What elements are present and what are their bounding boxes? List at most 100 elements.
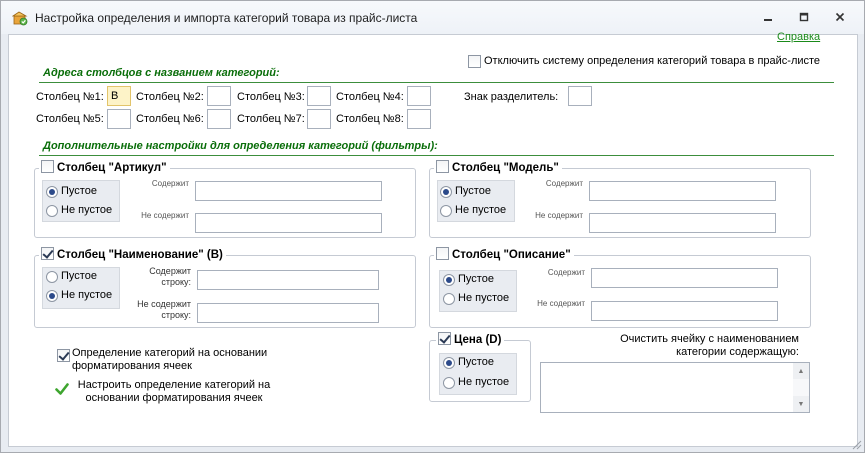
article-not-empty-radio[interactable] [46, 205, 58, 217]
article-contains-input[interactable] [195, 181, 382, 201]
scroll-up-button[interactable]: ▲ [793, 363, 809, 379]
article-contains-label: Содержит [151, 179, 189, 188]
description-contains-label: Содержит [547, 268, 585, 277]
clear-cell-textarea[interactable]: ▲ ▼ [540, 362, 810, 413]
app-icon [12, 11, 28, 26]
article-empty-label: Пустое [61, 185, 97, 197]
name-contains-input[interactable] [197, 270, 379, 290]
column-5-input[interactable] [107, 109, 131, 129]
separator-label: Знак разделитель: [464, 91, 559, 103]
description-contains-input[interactable] [591, 268, 778, 288]
description-not-empty-radio[interactable] [443, 293, 455, 305]
column-1-label: Столбец №1: [36, 91, 104, 103]
column-3-label: Столбец №3: [237, 91, 305, 103]
disable-system-label: Отключить систему определения категорий … [484, 55, 821, 67]
model-filter-checkbox[interactable] [436, 160, 449, 173]
formatting-label-line-1: Определение категорий на основании [72, 347, 268, 359]
model-not-empty-radio[interactable] [440, 205, 452, 217]
name-not-contains-input[interactable] [197, 303, 379, 323]
column-4-input[interactable] [407, 86, 431, 106]
description-not-empty-label: Не пустое [458, 292, 510, 304]
separator-input[interactable] [568, 86, 592, 106]
model-filter-title: Столбец "Модель" [452, 162, 559, 174]
description-empty-label: Пустое [458, 273, 494, 285]
columns-section-divider [39, 82, 834, 83]
name-filter-title: Столбец "Наименование" (B) [57, 249, 223, 261]
model-contains-label: Содержит [545, 179, 583, 188]
name-filter-header: Столбец "Наименование" (B) [39, 247, 226, 261]
model-not-contains-label: Не содержит [535, 211, 583, 220]
price-not-empty-label: Не пустое [458, 376, 510, 388]
price-not-empty-radio[interactable] [443, 377, 455, 389]
model-empty-label: Пустое [455, 185, 491, 197]
minimize-button[interactable] [757, 8, 779, 26]
scroll-down-button[interactable]: ▼ [793, 396, 809, 412]
column-6-label: Столбец №6: [136, 113, 204, 125]
formatting-checkbox[interactable] [57, 349, 70, 362]
scrollbar-track[interactable] [793, 379, 809, 396]
description-filter-checkbox[interactable] [436, 247, 449, 260]
minimize-icon [764, 19, 772, 21]
model-empty-radio[interactable] [440, 186, 452, 198]
article-not-contains-input[interactable] [195, 213, 382, 233]
title-bar[interactable]: Настройка определения и импорта категори… [1, 1, 864, 34]
name-not-empty-label: Не пустое [61, 289, 113, 301]
disable-system-checkbox[interactable] [468, 55, 481, 68]
price-empty-radio[interactable] [443, 357, 455, 369]
article-empty-radio[interactable] [46, 186, 58, 198]
model-not-contains-input[interactable] [589, 213, 776, 233]
configure-formatting-link-line-1[interactable]: Настроить определение категорий на [74, 379, 274, 391]
model-not-empty-label: Не пустое [455, 204, 507, 216]
price-empty-label: Пустое [458, 356, 494, 368]
article-filter-header: Столбец "Артикул" [39, 160, 170, 174]
name-filter-checkbox[interactable] [41, 247, 54, 260]
configure-formatting-link-line-2[interactable]: основании форматирования ячеек [74, 392, 274, 404]
close-icon [835, 12, 845, 22]
model-filter-header: Столбец "Модель" [434, 160, 562, 174]
column-3-input[interactable] [307, 86, 331, 106]
window-title: Настройка определения и импорта категори… [35, 11, 418, 25]
checkmark-icon [55, 383, 69, 395]
formatting-label-line-2: форматирования ячеек [72, 360, 192, 372]
column-1-input[interactable]: B [107, 86, 131, 106]
clear-cell-label-line-1: Очистить ячейку с наименованием [620, 333, 799, 345]
description-filter-header: Столбец "Описание" [434, 247, 574, 261]
column-2-input[interactable] [207, 86, 231, 106]
dialog-window: Настройка определения и импорта категори… [0, 0, 865, 453]
model-contains-input[interactable] [589, 181, 776, 201]
clear-cell-label-line-2: категории содержащую: [676, 346, 799, 358]
article-not-empty-label: Не пустое [61, 204, 113, 216]
name-empty-radio[interactable] [46, 271, 58, 283]
column-2-label: Столбец №2: [136, 91, 204, 103]
name-not-contains-label: Не содержит строку: [137, 299, 191, 320]
help-link[interactable]: Справка [777, 31, 820, 43]
price-filter-header: Цена (D) [436, 332, 505, 346]
maximize-button[interactable] [793, 8, 815, 26]
article-filter-checkbox[interactable] [41, 160, 54, 173]
column-8-label: Столбец №8: [336, 113, 404, 125]
filters-section-divider [39, 155, 834, 156]
filters-section-title: Дополнительные настройки для определения… [43, 140, 438, 152]
column-8-input[interactable] [407, 109, 431, 129]
description-filter-title: Столбец "Описание" [452, 249, 571, 261]
article-not-contains-label: Не содержит [141, 211, 189, 220]
column-6-input[interactable] [207, 109, 231, 129]
name-contains-label: Содержит строку: [149, 266, 191, 287]
description-not-contains-label: Не содержит [537, 299, 585, 308]
columns-section-title: Адреса столбцов с названием категорий: [43, 67, 280, 79]
close-button[interactable] [829, 8, 851, 26]
name-not-empty-radio[interactable] [46, 290, 58, 302]
price-filter-title: Цена (D) [454, 334, 502, 346]
client-area: Справка Отключить систему определения ка… [8, 31, 858, 447]
column-7-input[interactable] [307, 109, 331, 129]
description-empty-radio[interactable] [443, 274, 455, 286]
article-filter-title: Столбец "Артикул" [57, 162, 167, 174]
column-7-label: Столбец №7: [237, 113, 305, 125]
description-not-contains-input[interactable] [591, 301, 778, 321]
name-empty-label: Пустое [61, 270, 97, 282]
resize-grip-icon[interactable] [852, 440, 862, 450]
maximize-icon [799, 12, 809, 22]
price-filter-checkbox[interactable] [438, 332, 451, 345]
column-5-label: Столбец №5: [36, 113, 104, 125]
column-4-label: Столбец №4: [336, 91, 404, 103]
